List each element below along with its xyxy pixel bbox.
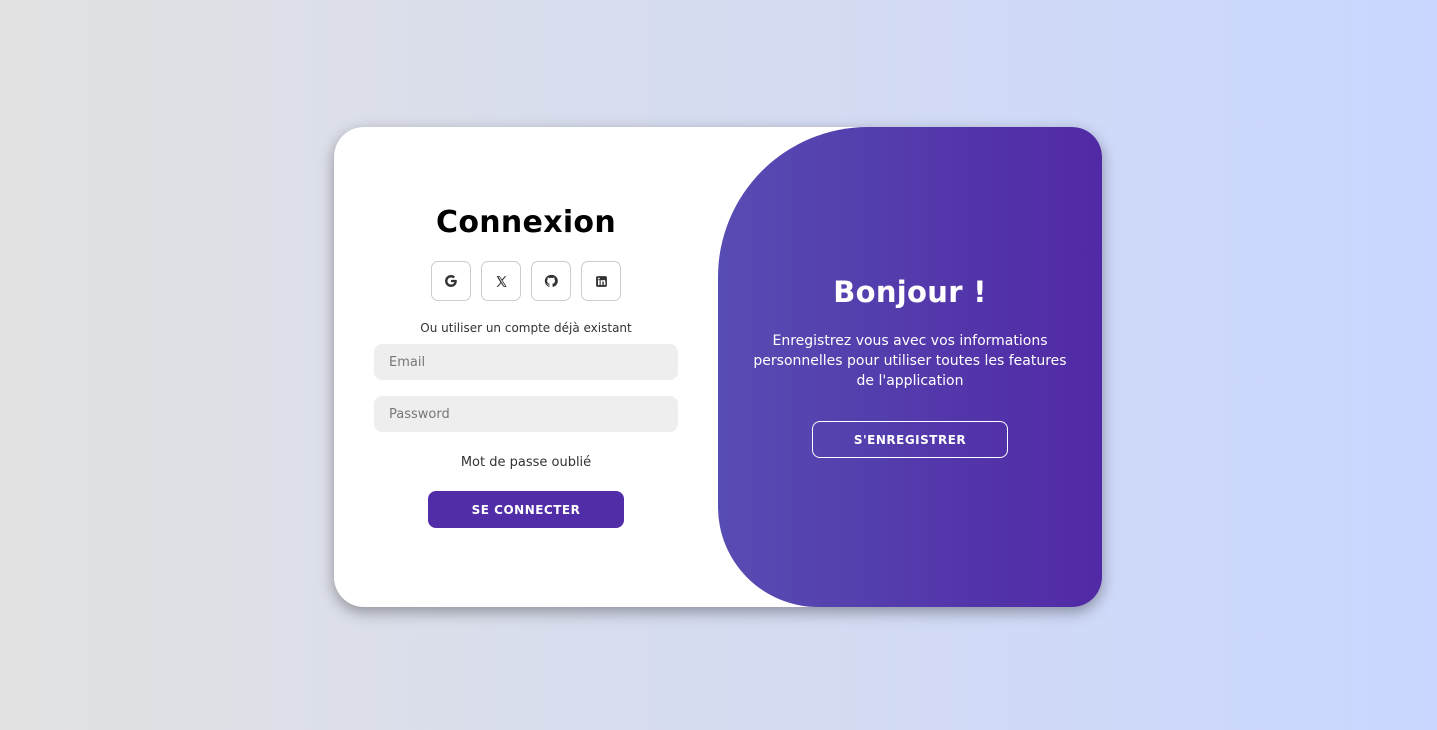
linkedin-icon	[595, 275, 607, 287]
x-login-button[interactable]	[481, 261, 521, 301]
x-twitter-icon	[496, 275, 507, 287]
welcome-panel: Bonjour ! Enregistrez vous avec vos info…	[718, 127, 1102, 607]
google-icon	[445, 275, 457, 287]
login-panel: Connexion Ou utiliser un compte déjà exi…	[334, 127, 718, 607]
google-login-button[interactable]	[431, 261, 471, 301]
alternative-login-text: Ou utiliser un compte déjà existant	[420, 321, 632, 335]
welcome-title: Bonjour !	[833, 275, 987, 309]
login-button[interactable]: SE CONNECTER	[428, 491, 624, 528]
password-field[interactable]	[374, 396, 678, 432]
register-button[interactable]: S'ENREGISTRER	[812, 421, 1008, 458]
email-field[interactable]	[374, 344, 678, 380]
linkedin-login-button[interactable]	[581, 261, 621, 301]
login-title: Connexion	[436, 205, 616, 240]
forgot-password-link[interactable]: Mot de passe oublié	[334, 455, 718, 470]
social-login-group	[431, 261, 621, 301]
github-icon	[544, 274, 558, 287]
auth-card: Connexion Ou utiliser un compte déjà exi…	[334, 127, 1102, 607]
welcome-text: Enregistrez vous avec vos informations p…	[753, 333, 1067, 389]
github-login-button[interactable]	[531, 261, 571, 301]
